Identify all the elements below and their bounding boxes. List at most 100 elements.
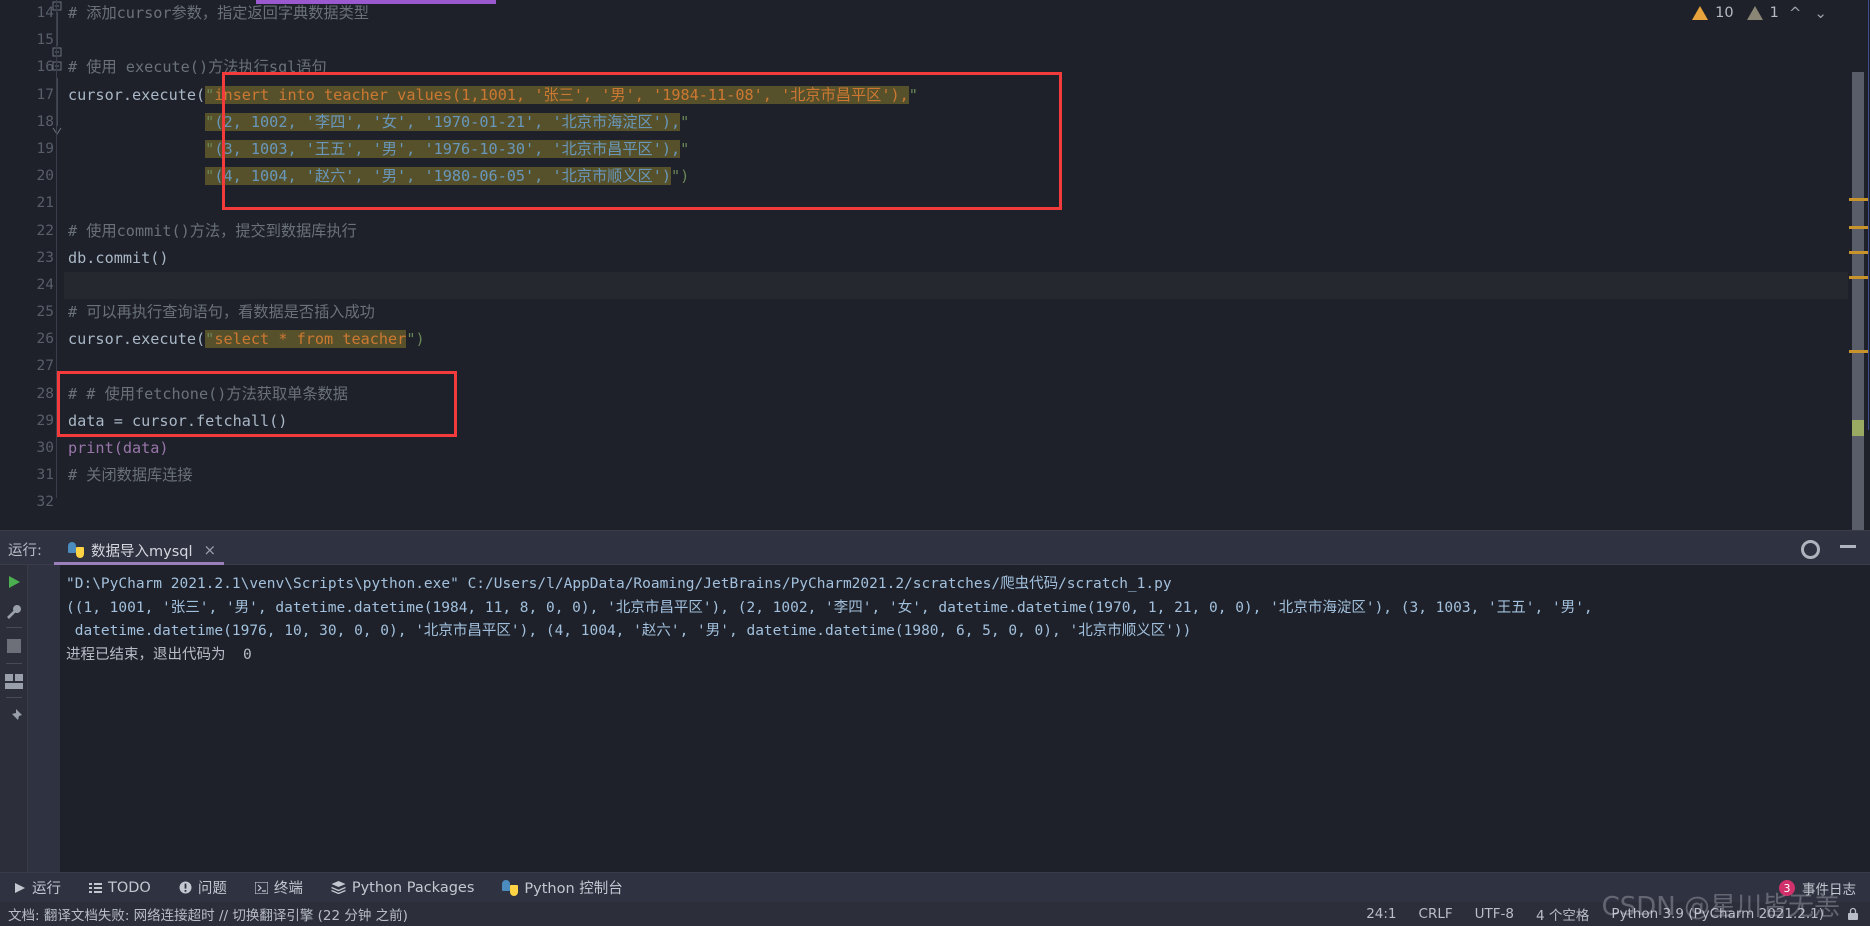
- caret-position[interactable]: 24:1: [1366, 906, 1396, 922]
- python-icon: [502, 879, 519, 896]
- line-separator[interactable]: CRLF: [1419, 906, 1453, 922]
- close-icon[interactable]: ×: [204, 541, 217, 559]
- editor-area[interactable]: 14 15 16 17 18 19 20 21 22 23 24 25 26 2…: [0, 0, 1870, 602]
- status-badge: 3: [1779, 880, 1795, 896]
- gear-icon[interactable]: [1799, 538, 1820, 559]
- rerun-button[interactable]: [3, 571, 25, 593]
- code-line-17: cursor.execute("insert into teacher valu…: [64, 82, 1870, 109]
- code-suffix: "): [671, 167, 690, 186]
- code-text: # 关闭数据库连接: [68, 466, 193, 485]
- play-icon: [15, 882, 25, 893]
- bottom-tool-bar[interactable]: 运行 TODO 问题 终端 Python Packages Python 控制台: [0, 872, 1870, 902]
- chevron-up-icon[interactable]: ^: [1786, 4, 1805, 22]
- layout-icon: [5, 673, 23, 689]
- marker-warning[interactable]: [1849, 198, 1868, 201]
- code-text: db.commit(): [68, 248, 169, 267]
- run-toolbar-left-2[interactable]: [27, 565, 84, 873]
- tool-python-console[interactable]: Python 控制台: [488, 873, 636, 903]
- minimize-icon[interactable]: [1840, 545, 1856, 548]
- warning-count: 10: [1715, 5, 1734, 21]
- warning-icon: [1692, 6, 1709, 20]
- tool-label: 问题: [197, 881, 227, 897]
- tool-python-packages[interactable]: Python Packages: [317, 873, 489, 903]
- console-output[interactable]: "D:\PyCharm 2021.2.1\venv\Scripts\python…: [60, 565, 1870, 873]
- lock-icon[interactable]: [1846, 907, 1860, 921]
- code-line-14: # 添加cursor参数，指定返回字典数据类型: [64, 0, 1870, 27]
- edit-configurations-button[interactable]: [3, 601, 25, 623]
- code-line-31: # 关闭数据库连接: [64, 462, 1870, 489]
- fold-column[interactable]: [50, 0, 64, 530]
- code-quote: ": [205, 85, 215, 104]
- sql-text: (4, 1004, '赵六', '男', '1980-06-05', '北京市顺…: [214, 167, 672, 186]
- tool-problems[interactable]: 问题: [165, 873, 241, 903]
- scrollbar-edge: [1868, 0, 1869, 430]
- pin-tab-button[interactable]: [3, 705, 25, 727]
- code-line-25: # 可以再执行查询语句，看数据是否插入成功: [64, 299, 1870, 326]
- code-editor[interactable]: # 添加cursor参数，指定返回字典数据类型 # 使用 execute()方法…: [64, 0, 1870, 530]
- event-log-button[interactable]: 3 事件日志: [1779, 878, 1856, 898]
- code-line-23: db.commit(): [64, 245, 1870, 272]
- marker-block[interactable]: [1852, 420, 1864, 436]
- code-quote: ": [205, 112, 215, 131]
- status-bar[interactable]: 文档: 翻译文档失败: 网络连接超时 // 切换翻译引擎 (22 分钟 之前) …: [0, 902, 1870, 926]
- pycharm-window: 14 15 16 17 18 19 20 21 22 23 24 25 26 2…: [0, 0, 1870, 926]
- pin-icon: [9, 708, 22, 723]
- code-line-16: # 使用 execute()方法执行sql语句: [64, 54, 1870, 81]
- tool-label: 终端: [273, 881, 303, 897]
- code-line-29: data = cursor.fetchall(): [64, 408, 1870, 435]
- console-line: ((1, 1001, '张三', '男', datetime.datetime(…: [66, 599, 1593, 616]
- code-line-18: "(2, 1002, '李四', '女', '1970-01-21', '北京市…: [64, 109, 1870, 136]
- tool-label: TODO: [108, 879, 151, 896]
- sql-text: (3, 1003, '王五', '男', '1976-10-30', '北京市昌…: [214, 139, 681, 158]
- marker-warning[interactable]: [1849, 251, 1868, 254]
- code-prefix: cursor.execute(: [68, 330, 206, 349]
- run-tool-window[interactable]: 运行: 数据导入mysql × "D:\PyCharm 2021.2.1\ven…: [0, 530, 1870, 873]
- terminal-icon: [254, 881, 268, 894]
- toolbar-divider: [6, 697, 22, 698]
- stop-button[interactable]: [3, 635, 25, 657]
- run-toolbar-left[interactable]: [0, 565, 27, 873]
- chevron-down-icon[interactable]: ⌄: [1811, 4, 1830, 22]
- sql-text: (2, 1002, '李四', '女', '1970-01-21', '北京市海…: [214, 112, 681, 131]
- stop-icon: [7, 639, 21, 653]
- code-line-26: cursor.execute("select * from teacher"): [64, 326, 1870, 353]
- scrollbar-thumb[interactable]: [1852, 72, 1864, 602]
- indent-setting[interactable]: 4 个空格: [1536, 904, 1589, 924]
- layout-button[interactable]: [3, 670, 25, 692]
- inspection-widget[interactable]: 10 1 ^ ⌄: [1692, 4, 1830, 22]
- tool-run[interactable]: 运行: [0, 873, 75, 903]
- python-interpreter[interactable]: Python 3.9 (PyCharm 2021.2.1): [1611, 906, 1824, 922]
- code-prefix: cursor.execute(: [68, 85, 206, 104]
- file-encoding[interactable]: UTF-8: [1475, 906, 1514, 922]
- code-suffix: ": [680, 139, 690, 158]
- marker-warning[interactable]: [1849, 350, 1868, 353]
- run-tab[interactable]: 数据导入mysql ×: [62, 535, 222, 565]
- status-right-group[interactable]: 24:1 CRLF UTF-8 4 个空格 Python 3.9 (PyChar…: [1366, 904, 1860, 924]
- tool-terminal[interactable]: 终端: [241, 873, 317, 903]
- console-exit-line: 进程已结束，退出代码为 0: [66, 646, 252, 663]
- editor-scrollbar[interactable]: [1848, 0, 1870, 602]
- toolbar-divider: [6, 627, 22, 628]
- code-line-22: # 使用commit()方法，提交到数据库执行: [64, 218, 1870, 245]
- tool-todo[interactable]: TODO: [75, 873, 165, 903]
- weak-warning-count: 1: [1769, 5, 1779, 21]
- weak-warning-icon: [1746, 6, 1763, 20]
- console-line: datetime.datetime(1976, 10, 30, 0, 0), '…: [66, 623, 1192, 639]
- list-icon: [89, 882, 102, 893]
- marker-warning[interactable]: [1849, 226, 1868, 229]
- code-suffix: ": [680, 112, 690, 131]
- marker-warning[interactable]: [1849, 276, 1868, 279]
- console-line: "D:\PyCharm 2021.2.1\venv\Scripts\python…: [66, 576, 1172, 592]
- fold-markers-icon: [52, 1, 62, 135]
- run-tab-bar[interactable]: 运行: 数据导入mysql ×: [0, 531, 1870, 565]
- run-window-tools[interactable]: [1799, 538, 1856, 559]
- code-text: # # 使用fetchone()方法获取单条数据: [68, 384, 348, 403]
- code-text: print(data): [68, 439, 169, 457]
- code-suffix: ": [908, 85, 918, 104]
- code-quote: ": [205, 139, 215, 158]
